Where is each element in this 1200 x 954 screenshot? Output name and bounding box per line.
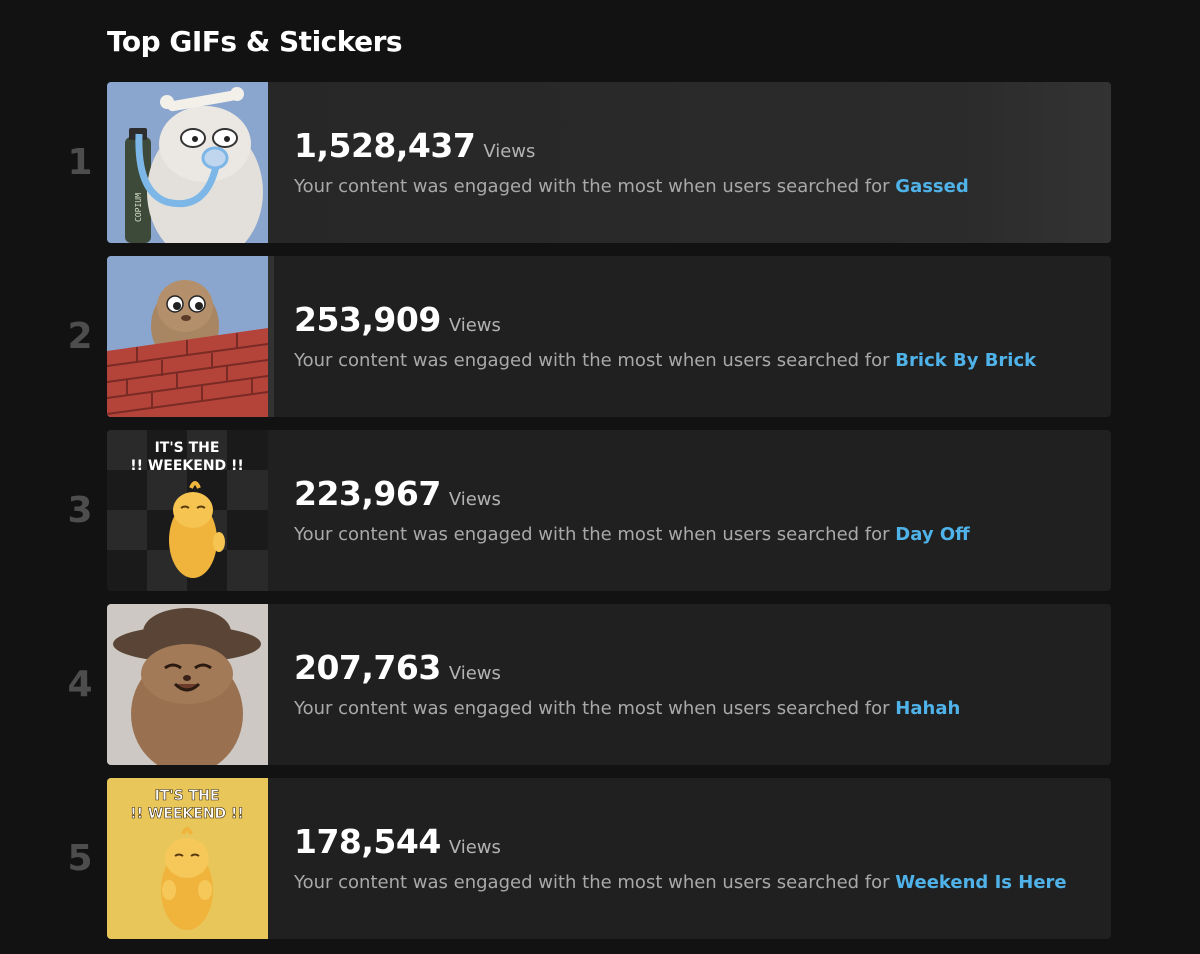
views-count: 223,967 xyxy=(294,474,441,513)
gif-thumbnail[interactable] xyxy=(107,604,268,765)
thumbnail-caption: !! WEEKEND !! xyxy=(130,806,244,822)
gif-info: 223,967 Views Your content was engaged wi… xyxy=(294,474,1091,545)
list-item: 3 IT'S THE !! WEEKEND !! 223,967 Views Y… xyxy=(0,430,1200,591)
search-term-link[interactable]: Day Off xyxy=(895,524,969,545)
list-item: 4 207,763 Views Your content was engaged… xyxy=(0,604,1200,765)
views-count: 1,528,437 xyxy=(294,126,476,165)
search-description: Your content was engaged with the most w… xyxy=(294,524,1091,545)
views-label: Views xyxy=(448,837,501,858)
search-term-link[interactable]: Brick By Brick xyxy=(895,350,1036,371)
thumbnail-caption: IT'S THE xyxy=(155,788,220,804)
views-label: Views xyxy=(448,315,501,336)
gif-thumbnail[interactable]: COPIUM xyxy=(107,82,268,243)
description-text: Your content was engaged with the most w… xyxy=(294,350,890,371)
page-title: Top GIFs & Stickers xyxy=(107,25,403,58)
thumbnail-caption: IT'S THE xyxy=(155,440,220,456)
views-label: Views xyxy=(448,663,501,684)
list-item: 1 COPIUM 1,528,437 Views Your content wa… xyxy=(0,82,1200,243)
description-text: Your content was engaged with the most w… xyxy=(294,524,890,545)
views-label: Views xyxy=(448,489,501,510)
thumbnail-caption: !! WEEKEND !! xyxy=(130,458,244,474)
search-description: Your content was engaged with the most w… xyxy=(294,872,1091,893)
search-description: Your content was engaged with the most w… xyxy=(294,176,1091,197)
gif-card[interactable]: COPIUM 1,528,437 Views Your content was … xyxy=(107,82,1111,243)
description-text: Your content was engaged with the most w… xyxy=(294,698,890,719)
gif-card[interactable]: IT'S THE !! WEEKEND !! 178,544 Views You… xyxy=(107,778,1111,939)
copium-creature-thumbnail: COPIUM xyxy=(107,82,268,243)
gif-info: 253,909 Views Your content was engaged wi… xyxy=(294,300,1091,371)
search-term-link[interactable]: Hahah xyxy=(895,698,960,719)
views-count: 207,763 xyxy=(294,648,441,687)
weekend-creature-thumbnail: IT'S THE !! WEEKEND !! xyxy=(107,430,268,591)
page: Top GIFs & Stickers 1 COPIUM 1,528,437 V… xyxy=(0,0,1200,954)
search-description: Your content was engaged with the most w… xyxy=(294,350,1091,371)
rank-number: 4 xyxy=(67,664,93,705)
rank-number: 3 xyxy=(67,490,93,531)
description-text: Your content was engaged with the most w… xyxy=(294,176,890,197)
views-count: 253,909 xyxy=(294,300,441,339)
gif-thumbnail[interactable]: IT'S THE !! WEEKEND !! xyxy=(107,430,268,591)
top-gifs-list: 1 COPIUM 1,528,437 Views Your content wa… xyxy=(0,82,1200,952)
copium-label: COPIUM xyxy=(134,193,143,222)
rank-number: 2 xyxy=(67,316,93,357)
gif-info: 178,544 Views Your content was engaged wi… xyxy=(294,822,1091,893)
gif-info: 1,528,437 Views Your content was engaged … xyxy=(294,126,1091,197)
laughing-creature-thumbnail xyxy=(107,604,268,765)
gif-info: 207,763 Views Your content was engaged wi… xyxy=(294,648,1091,719)
gif-thumbnail[interactable] xyxy=(107,256,268,417)
search-description: Your content was engaged with the most w… xyxy=(294,698,1091,719)
rank-number: 5 xyxy=(67,838,93,879)
rank-number: 1 xyxy=(67,142,93,183)
gif-card[interactable]: 207,763 Views Your content was engaged wi… xyxy=(107,604,1111,765)
list-item: 5 IT'S THE !! WEEKEND !! 178,544 Views Y… xyxy=(0,778,1200,939)
gif-card[interactable]: 253,909 Views Your content was engaged wi… xyxy=(107,256,1111,417)
gif-card[interactable]: IT'S THE !! WEEKEND !! 223,967 Views You… xyxy=(107,430,1111,591)
gif-thumbnail[interactable]: IT'S THE !! WEEKEND !! xyxy=(107,778,268,939)
search-term-link[interactable]: Weekend Is Here xyxy=(895,872,1066,893)
weekend-creature-yellow-thumbnail: IT'S THE !! WEEKEND !! xyxy=(107,778,268,939)
views-label: Views xyxy=(483,141,536,162)
description-text: Your content was engaged with the most w… xyxy=(294,872,890,893)
creature-brick-wall-thumbnail xyxy=(107,256,268,417)
views-count: 178,544 xyxy=(294,822,441,861)
list-item: 2 253,909 Views Your content was engaged… xyxy=(0,256,1200,417)
search-term-link[interactable]: Gassed xyxy=(895,176,968,197)
